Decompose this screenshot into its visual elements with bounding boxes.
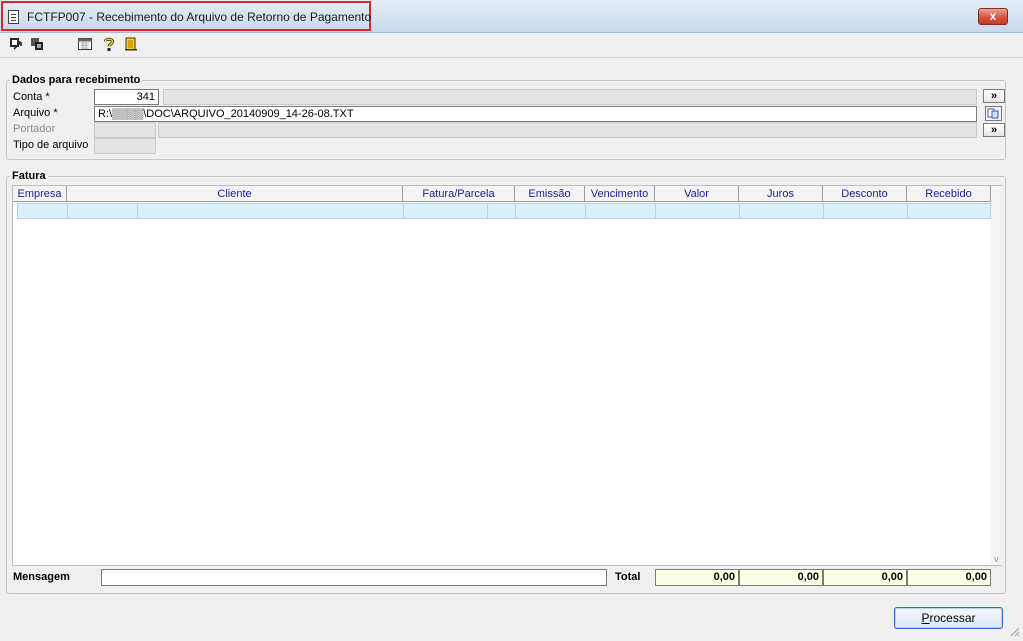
col-cliente[interactable]: Cliente (67, 186, 403, 202)
cell-fatura[interactable] (404, 204, 488, 218)
cell-valor[interactable] (656, 204, 740, 218)
mensagem-label: Mensagem (13, 571, 70, 583)
fatura-legend: Fatura (10, 170, 48, 182)
cell-empresa[interactable] (18, 204, 68, 218)
help-icon[interactable] (102, 37, 116, 51)
portador-lookup-button[interactable]: » (983, 123, 1005, 137)
cell-juros[interactable] (740, 204, 824, 218)
col-emissao[interactable]: Emissão (515, 186, 585, 202)
portador-input (94, 122, 156, 138)
col-desconto[interactable]: Desconto (823, 186, 907, 202)
arquivo-label: Arquivo * (13, 107, 58, 119)
toolbar-separator (0, 57, 1023, 58)
cell-vencimento[interactable] (586, 204, 656, 218)
col-vencimento[interactable]: Vencimento (585, 186, 655, 202)
processar-label: rocessar (929, 611, 976, 625)
file-browse-icon[interactable] (985, 106, 1002, 121)
portador-label: Portador (13, 123, 56, 135)
conta-label: Conta * (13, 91, 50, 103)
close-button[interactable]: x (978, 8, 1008, 25)
conta-lookup-button[interactable]: » (983, 89, 1005, 103)
exit-door-icon[interactable] (124, 37, 138, 51)
cell-desconto[interactable] (824, 204, 908, 218)
fatura-grid[interactable]: Empresa Cliente Fatura/Parcela Emissão V… (12, 185, 1002, 566)
portador-description (158, 122, 977, 138)
total-label: Total (615, 571, 641, 583)
mensagem-field (101, 569, 607, 586)
total-juros: 0,00 (739, 569, 823, 586)
tipo-arquivo-input[interactable] (94, 138, 156, 154)
resize-grip-icon[interactable] (1008, 625, 1020, 637)
conta-description (163, 89, 977, 105)
tipo-arquivo-label: Tipo de arquivo (13, 139, 89, 151)
document-icon (8, 10, 19, 24)
vertical-scrollbar[interactable] (991, 186, 1002, 565)
col-fatura-parcela[interactable]: Fatura/Parcela (403, 186, 515, 202)
total-recebido: 0,00 (907, 569, 991, 586)
processar-button[interactable]: Processar (894, 607, 1003, 629)
cell-emissao[interactable] (516, 204, 586, 218)
total-desconto: 0,00 (823, 569, 907, 586)
cell-parcela[interactable] (488, 204, 516, 218)
col-recebido[interactable]: Recebido (907, 186, 991, 202)
scroll-down-icon[interactable]: ∨ (993, 554, 1000, 565)
table-row[interactable] (17, 203, 991, 219)
arquivo-input[interactable]: R:\▒▒▒▒\DOC\ARQUIVO_20140909_14-26-08.TX… (94, 106, 977, 122)
col-valor[interactable]: Valor (655, 186, 739, 202)
col-empresa[interactable]: Empresa (13, 186, 67, 202)
total-valor: 0,00 (655, 569, 739, 586)
grid-header: Empresa Cliente Fatura/Parcela Emissão V… (13, 186, 991, 202)
col-juros[interactable]: Juros (739, 186, 823, 202)
calendar-icon[interactable] (78, 37, 92, 51)
cell-cliente[interactable] (138, 204, 404, 218)
dados-legend: Dados para recebimento (10, 74, 143, 86)
processar-mnemonic: P (921, 611, 930, 625)
cell-cliente-codigo[interactable] (68, 204, 138, 218)
arrow-in-icon[interactable] (9, 37, 23, 51)
window-title: FCTFP007 - Recebimento do Arquivo de Ret… (27, 10, 372, 24)
copy-icon[interactable] (30, 37, 44, 51)
conta-input[interactable]: 341 (94, 89, 159, 105)
